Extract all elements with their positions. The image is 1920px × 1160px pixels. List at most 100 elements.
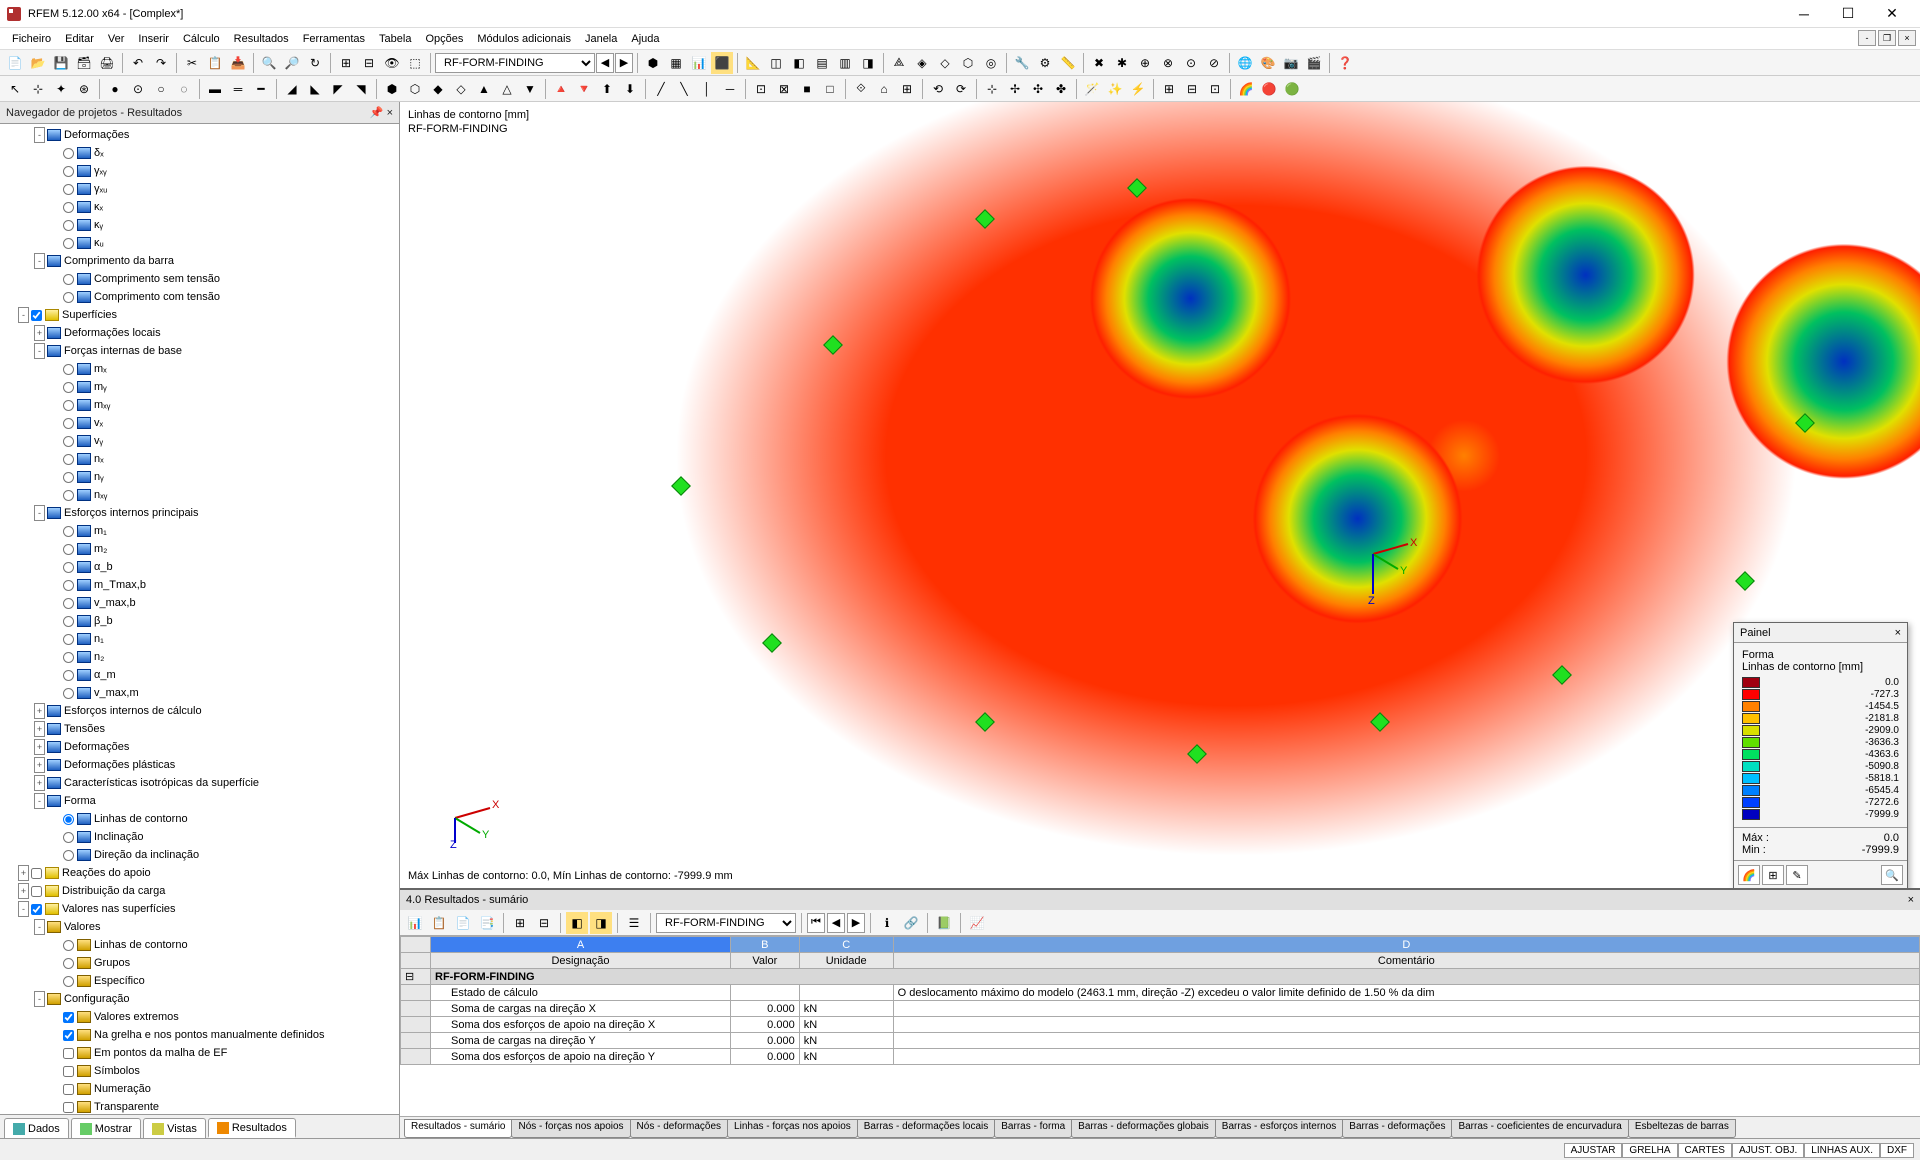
tree-node[interactable]: +Transparente	[2, 1098, 397, 1114]
tb-a4[interactable]: ⬛	[711, 52, 733, 74]
tree-check[interactable]	[63, 1066, 74, 1077]
pin-icon[interactable]: 📌	[370, 107, 384, 119]
tree-check[interactable]	[31, 310, 42, 321]
expand-icon[interactable]: -	[34, 793, 45, 809]
t2-f4[interactable]: ─	[719, 78, 741, 100]
tree-check[interactable]	[63, 1030, 74, 1041]
tree-check[interactable]	[63, 202, 74, 213]
t2-c4[interactable]: ◥	[350, 78, 372, 100]
t2-h2[interactable]: ⌂	[873, 78, 895, 100]
tree-node[interactable]: +Comprimento com tensão	[2, 288, 397, 306]
results-tab[interactable]: Nós - forças nos apoios	[511, 1119, 630, 1138]
tree-node[interactable]: +Inclinação	[2, 828, 397, 846]
tree-node[interactable]: +nᵧ	[2, 468, 397, 486]
t2-c3[interactable]: ◤	[327, 78, 349, 100]
tree-node[interactable]: +mᵧ	[2, 378, 397, 396]
t2-g1[interactable]: ⊡	[750, 78, 772, 100]
t2-e2[interactable]: 🔻	[573, 78, 595, 100]
close-button[interactable]: ✕	[1870, 0, 1914, 28]
tree-check[interactable]	[63, 976, 74, 987]
tb-e5[interactable]: ⊙	[1180, 52, 1202, 74]
expand-icon[interactable]: +	[34, 325, 45, 341]
tree-node[interactable]: +m_Tmax,b	[2, 576, 397, 594]
tree-check[interactable]	[63, 580, 74, 591]
results-lc-combo[interactable]: RF-FORM-FINDING	[656, 913, 796, 933]
legend-tool-1[interactable]: 🌈	[1738, 865, 1760, 885]
saveall-icon[interactable]: 🗃	[73, 52, 95, 74]
t2-1[interactable]: ↖	[4, 78, 26, 100]
t2-f1[interactable]: ╱	[650, 78, 672, 100]
tree-node[interactable]: +Direção da inclinação	[2, 846, 397, 864]
t2-i1[interactable]: ⟲	[927, 78, 949, 100]
legend-close-icon[interactable]: ×	[1895, 627, 1901, 639]
grid2-icon[interactable]: ⊟	[358, 52, 380, 74]
t2-d3[interactable]: ◆	[427, 78, 449, 100]
tree-node[interactable]: +Deformações plásticas	[2, 756, 397, 774]
tree-check[interactable]	[63, 958, 74, 969]
t2-e4[interactable]: ⬇	[619, 78, 641, 100]
cut-icon[interactable]: ✂	[181, 52, 203, 74]
tree-node[interactable]: +vᵧ	[2, 432, 397, 450]
tree-node[interactable]: +vₓ	[2, 414, 397, 432]
tree-node[interactable]: +γₓᵧ	[2, 162, 397, 180]
t2-c2[interactable]: ◣	[304, 78, 326, 100]
results-tab[interactable]: Barras - coeficientes de encurvadura	[1451, 1119, 1628, 1138]
menu-opções[interactable]: Opções	[419, 31, 469, 47]
tree-node[interactable]: +Grupos	[2, 954, 397, 972]
tree-check[interactable]	[63, 166, 74, 177]
tree-node[interactable]: +γₓᵤ	[2, 180, 397, 198]
menu-ver[interactable]: Ver	[102, 31, 131, 47]
tb-b4[interactable]: ▤	[811, 52, 833, 74]
tree-node[interactable]: -Forças internas de base	[2, 342, 397, 360]
tb-f2[interactable]: 🎨	[1257, 52, 1279, 74]
status-btn-ajustar[interactable]: AJUSTAR	[1564, 1143, 1623, 1158]
t2-l1[interactable]: ⊞	[1158, 78, 1180, 100]
t2-e3[interactable]: ⬆	[596, 78, 618, 100]
expand-icon[interactable]: -	[34, 343, 45, 359]
tb-g1[interactable]: ❓	[1334, 52, 1356, 74]
t2-b1[interactable]: ▬	[204, 78, 226, 100]
tb-b6[interactable]: ◨	[857, 52, 879, 74]
t2-k2[interactable]: ✨	[1104, 78, 1126, 100]
status-btn-grelha[interactable]: GRELHA	[1622, 1143, 1677, 1158]
menu-módulos-adicionais[interactable]: Módulos adicionais	[471, 31, 577, 47]
tree-check[interactable]	[63, 400, 74, 411]
t2-m3[interactable]: 🟢	[1281, 78, 1303, 100]
nav-tab-vistas[interactable]: Vistas	[143, 1118, 206, 1138]
tree-node[interactable]: +Símbolos	[2, 1062, 397, 1080]
tree-node[interactable]: +α_m	[2, 666, 397, 684]
tree-node[interactable]: +Reações do apoio	[2, 864, 397, 882]
tree-node[interactable]: +α_b	[2, 558, 397, 576]
legend-panel[interactable]: Painel × Forma Linhas de contorno [mm] 0…	[1733, 622, 1908, 888]
print-icon[interactable]: 🖨	[96, 52, 118, 74]
t2-e1[interactable]: 🔺	[550, 78, 572, 100]
redraw-icon[interactable]: ↻	[304, 52, 326, 74]
tree-node[interactable]: +Tensões	[2, 720, 397, 738]
t2-b3[interactable]: ━	[250, 78, 272, 100]
expand-icon[interactable]: -	[18, 307, 29, 323]
tree-node[interactable]: +β_b	[2, 612, 397, 630]
expand-icon[interactable]: +	[18, 883, 29, 899]
t2-a1[interactable]: ●	[104, 78, 126, 100]
next-lc-icon[interactable]: ▶	[615, 53, 633, 73]
t2-j3[interactable]: ✣	[1027, 78, 1049, 100]
results-table[interactable]: ABCDDesignaçãoValorUnidadeComentário⊟RF-…	[400, 936, 1920, 1065]
tree-node[interactable]: +m₁	[2, 522, 397, 540]
nav-tab-resultados[interactable]: Resultados	[208, 1118, 296, 1138]
t2-d1[interactable]: ⬢	[381, 78, 403, 100]
undo-icon[interactable]: ↶	[127, 52, 149, 74]
tree-check[interactable]	[63, 454, 74, 465]
rt-first[interactable]: ⏮	[807, 913, 825, 933]
rt-filter[interactable]: ☰	[623, 912, 645, 934]
paste-icon[interactable]: 📥	[227, 52, 249, 74]
t2-j2[interactable]: ✢	[1004, 78, 1026, 100]
tree-check[interactable]	[63, 184, 74, 195]
tree-check[interactable]	[63, 526, 74, 537]
rt-2[interactable]: 📋	[428, 912, 450, 934]
maximize-button[interactable]: ☐	[1826, 0, 1870, 28]
tb-e2[interactable]: ✱	[1111, 52, 1133, 74]
t2-d4[interactable]: ◇	[450, 78, 472, 100]
tb-a3[interactable]: 📊	[688, 52, 710, 74]
tree-node[interactable]: +v_max,m	[2, 684, 397, 702]
expand-icon[interactable]: +	[34, 757, 45, 773]
